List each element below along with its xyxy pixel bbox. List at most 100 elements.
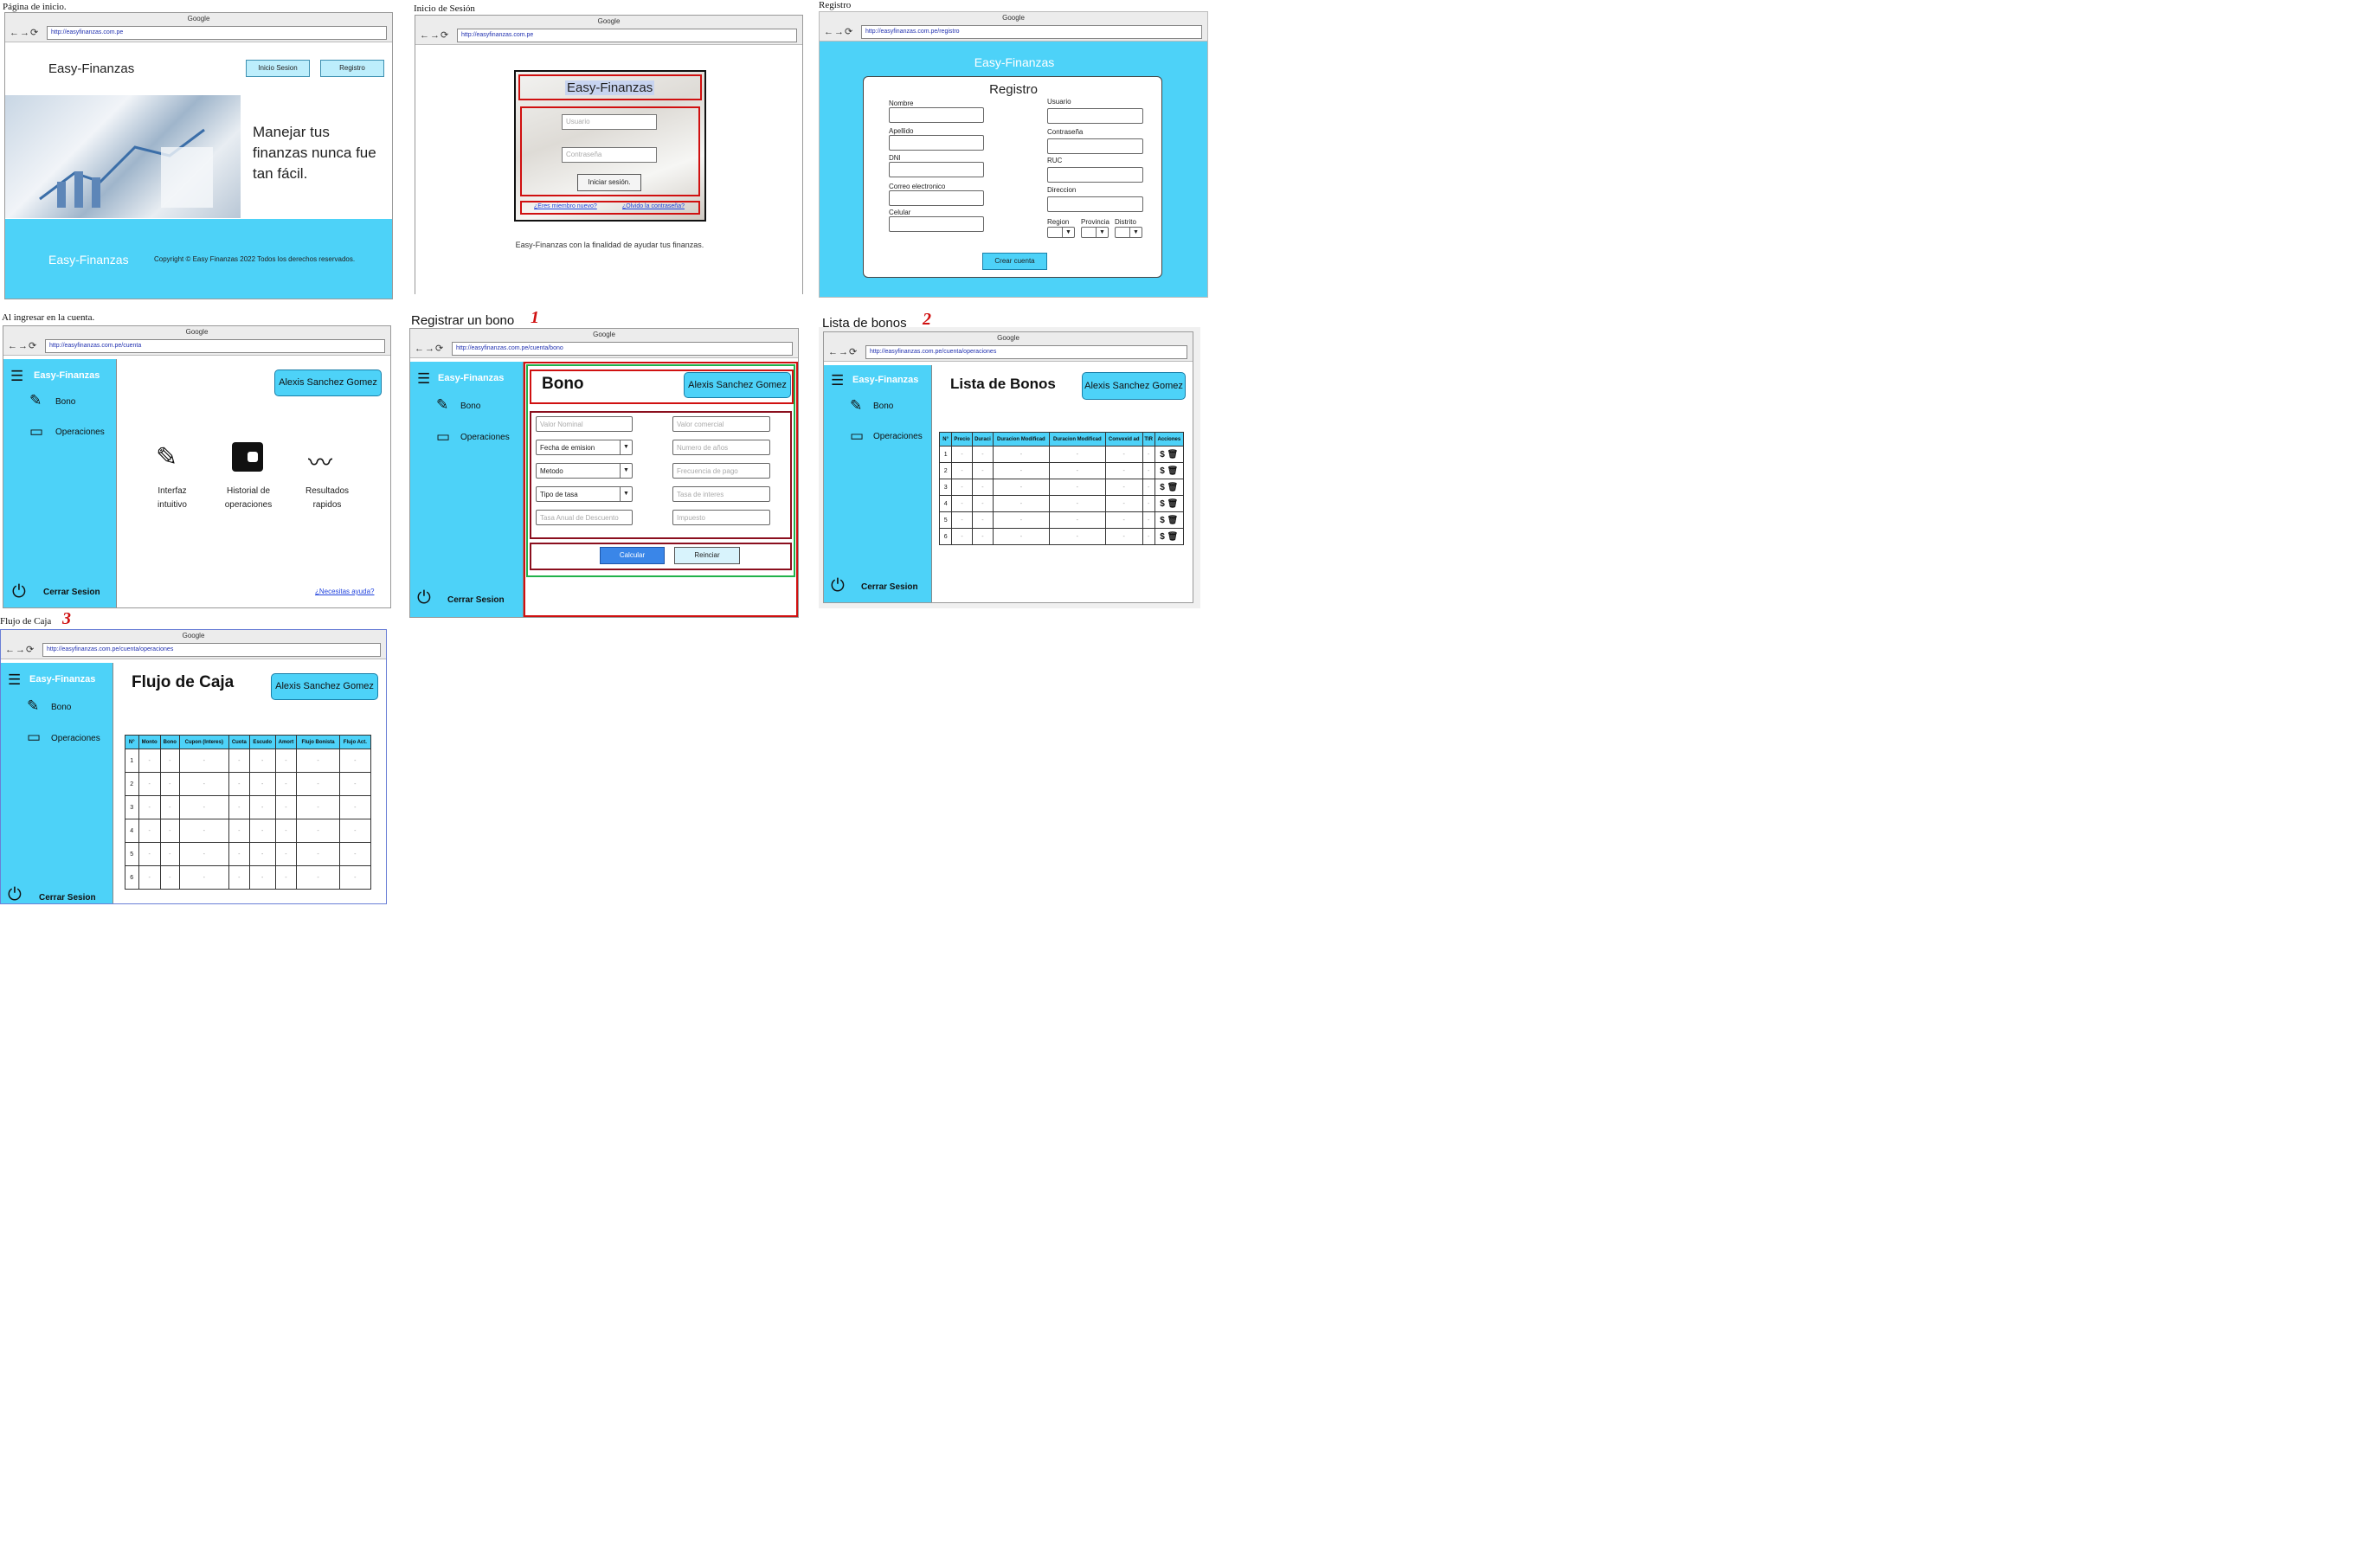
table-row: 6- - - - - - $ 🗑: [938, 528, 1185, 545]
table-header-7: Acciones: [1154, 432, 1185, 447]
register-input-1[interactable]: [889, 135, 984, 151]
row-number: 1: [125, 749, 139, 773]
region-select[interactable]: ▼: [1047, 227, 1075, 238]
row-actions[interactable]: $ 🗑: [1154, 462, 1185, 479]
browser-nav-icons[interactable]: ←→⟳: [8, 340, 37, 351]
user-button[interactable]: Alexis Sanchez Gomez: [274, 370, 382, 396]
url-bar[interactable]: http://easyfinanzas.com.pe/cuenta/bono: [452, 342, 793, 356]
power-icon[interactable]: ⏻: [12, 582, 26, 602]
bono-field-right-1[interactable]: Numero de años: [672, 440, 770, 455]
browser-title: Google: [185, 328, 209, 336]
login-pass-input[interactable]: Contraseña: [562, 147, 657, 163]
register-input-3[interactable]: [889, 190, 984, 206]
row-actions[interactable]: $ 🗑: [1154, 446, 1185, 463]
register-input-right-0[interactable]: [1047, 108, 1143, 124]
row-number: 6: [125, 865, 139, 890]
register-input-2[interactable]: [889, 162, 984, 177]
browser-title: Google: [593, 331, 615, 338]
sidebar-item-operaciones[interactable]: Operaciones: [460, 433, 510, 442]
sidebar: ☰ Easy-Finanzas ✎ Bono ▭ Operaciones ⏻ C…: [3, 359, 117, 607]
logout-button[interactable]: Cerrar Sesion: [43, 588, 100, 597]
user-button[interactable]: Alexis Sanchez Gomez: [1082, 372, 1186, 400]
login-submit-button[interactable]: Iniciar sesión.: [577, 174, 641, 191]
url-bar[interactable]: http://easyfinanzas.com.pe/cuenta/operac…: [865, 345, 1187, 359]
user-button[interactable]: Alexis Sanchez Gomez: [271, 673, 378, 700]
provincia-select[interactable]: ▼: [1081, 227, 1109, 238]
sidebar-item-bono[interactable]: Bono: [873, 402, 893, 411]
bono-field-left-4[interactable]: Tasa Anual de Descuento: [536, 510, 633, 525]
bono-field-right-2[interactable]: Frecuencia de pago: [672, 463, 770, 479]
browser-nav-icons[interactable]: ←→⟳: [10, 27, 39, 38]
browser-bar: Google ←→⟳ http://easyfinanzas.com.pe/cu…: [3, 326, 390, 356]
table-row: 6--------: [125, 865, 372, 890]
row-actions[interactable]: $ 🗑: [1154, 528, 1185, 545]
bono-field-right-4[interactable]: Impuesto: [672, 510, 770, 525]
sidebar-brand: Easy-Finanzas: [34, 370, 100, 381]
url-bar[interactable]: http://easyfinanzas.com.pe/cuenta/operac…: [42, 643, 381, 657]
register-input-right-1[interactable]: [1047, 138, 1143, 154]
bono-field-left-1[interactable]: Fecha de emision ▼: [536, 440, 633, 455]
browser-nav-icons[interactable]: ←→⟳: [5, 644, 35, 655]
create-account-button[interactable]: Crear cuenta: [982, 253, 1047, 270]
table-cell: -: [159, 749, 180, 773]
table-cell: -: [1142, 495, 1155, 512]
register-input-right-3[interactable]: [1047, 196, 1143, 212]
calcular-button[interactable]: Calcular: [600, 547, 665, 564]
user-button[interactable]: Alexis Sanchez Gomez: [684, 372, 791, 398]
help-link[interactable]: ¿Necesitas ayuda?: [315, 588, 374, 595]
url-bar[interactable]: http://easyfinanzas.com.pe/cuenta: [45, 339, 385, 353]
sidebar-item-operaciones[interactable]: Operaciones: [51, 734, 100, 743]
reiniciar-button[interactable]: Reinciar: [674, 547, 740, 564]
url-bar[interactable]: http://easyfinanzas.com.pe/registro: [861, 25, 1202, 39]
home-register-button[interactable]: Registro: [320, 60, 384, 77]
register-input-4[interactable]: [889, 216, 984, 232]
sidebar-item-bono[interactable]: Bono: [51, 703, 71, 712]
caption-login: Inicio de Sesión: [414, 3, 475, 14]
table-cell: -: [992, 511, 1050, 529]
sidebar-item-bono[interactable]: Bono: [460, 402, 480, 411]
power-icon[interactable]: ⏻: [8, 885, 22, 903]
url-bar[interactable]: http://easyfinanzas.com.pe: [47, 26, 387, 40]
browser-nav-icons[interactable]: ←→⟳: [420, 29, 449, 41]
bono-field-right-0[interactable]: Valor comercial: [672, 416, 770, 432]
bono-field-left-0[interactable]: Valor Nominal: [536, 416, 633, 432]
table-cell: -: [1104, 528, 1143, 545]
home-window: Google ←→⟳ http://easyfinanzas.com.pe Ea…: [4, 12, 393, 299]
row-actions[interactable]: $ 🗑: [1154, 511, 1185, 529]
menu-icon[interactable]: ☰: [417, 370, 430, 388]
logout-button[interactable]: Cerrar Sesion: [861, 582, 918, 592]
footer-copyright: Copyright © Easy Finanzas 2022 Todos los…: [154, 255, 356, 263]
register-input-right-2[interactable]: [1047, 167, 1143, 183]
row-number: 3: [938, 479, 953, 496]
power-icon[interactable]: ⏻: [831, 576, 845, 596]
table-cell: -: [1048, 446, 1106, 463]
table-cell: -: [296, 865, 340, 890]
bono-field-right-3[interactable]: Tasa de interes: [672, 486, 770, 502]
sidebar-item-operaciones[interactable]: Operaciones: [873, 432, 923, 441]
distrito-select[interactable]: ▼: [1115, 227, 1142, 238]
bono-field-left-2[interactable]: Metodo ▼: [536, 463, 633, 479]
browser-nav-icons[interactable]: ←→⟳: [828, 346, 858, 357]
browser-nav-icons[interactable]: ←→⟳: [824, 26, 853, 37]
sidebar-item-bono[interactable]: Bono: [55, 397, 75, 407]
browser-title: Google: [997, 334, 1019, 342]
logout-button[interactable]: Cerrar Sesion: [447, 595, 505, 605]
browser-nav-icons[interactable]: ←→⟳: [415, 343, 444, 354]
flujo-table: N° Monto Bono Cupon (Interes) Cuota Escudo Amo…: [125, 735, 372, 890]
row-actions[interactable]: $ 🗑: [1154, 479, 1185, 496]
new-member-link[interactable]: ¿Eres miembro nuevo?: [534, 203, 597, 209]
menu-icon[interactable]: ☰: [8, 672, 21, 689]
menu-icon[interactable]: ☰: [831, 372, 844, 389]
forgot-password-link[interactable]: ¿Olvido la contraseña?: [622, 203, 685, 209]
sidebar-item-operaciones[interactable]: Operaciones: [55, 427, 105, 437]
row-actions[interactable]: $ 🗑: [1154, 495, 1185, 512]
home-login-button[interactable]: Inicio Sesion: [246, 60, 310, 77]
register-input-0[interactable]: [889, 107, 984, 123]
menu-icon[interactable]: ☰: [10, 368, 23, 385]
bono-field-left-3[interactable]: Tipo de tasa ▼: [536, 486, 633, 502]
login-user-input[interactable]: Usuario: [562, 114, 657, 130]
table-cell: -: [992, 495, 1050, 512]
url-bar[interactable]: http://easyfinanzas.com.pe: [457, 29, 797, 42]
power-icon[interactable]: ⏻: [417, 588, 431, 608]
logout-button[interactable]: Cerrar Sesion: [39, 893, 96, 903]
